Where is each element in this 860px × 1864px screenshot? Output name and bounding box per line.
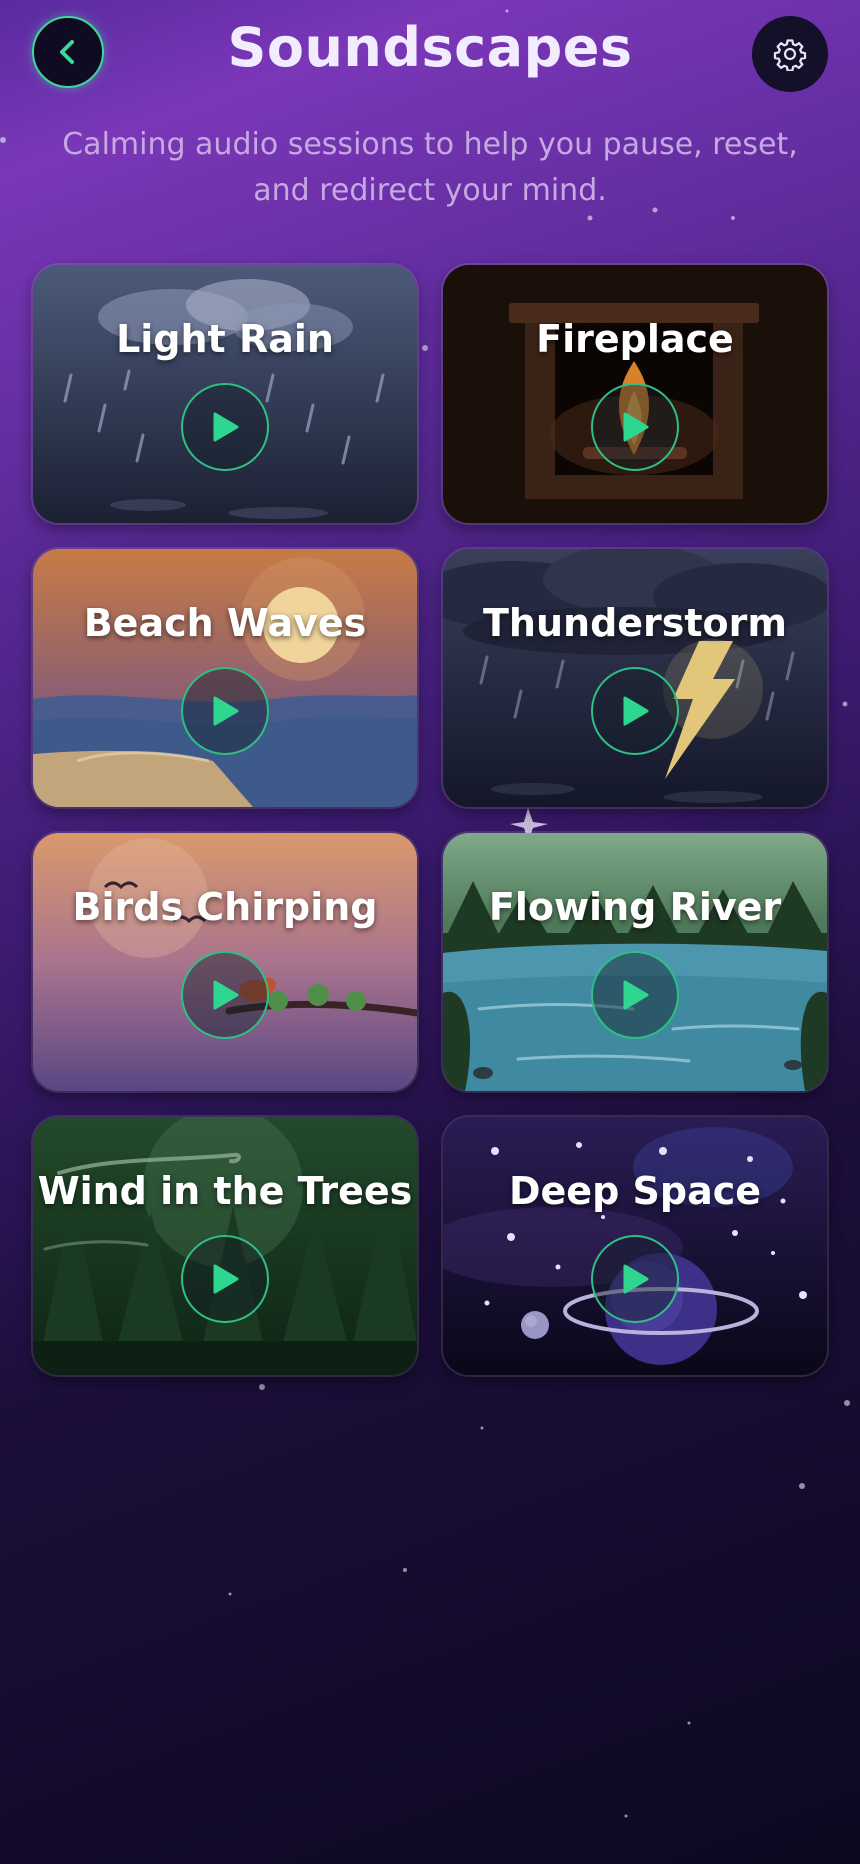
soundscape-card-light-rain[interactable]: Light Rain	[33, 265, 417, 523]
soundscape-card-thunderstorm[interactable]: Thunderstorm	[443, 549, 827, 807]
soundscape-title: Thunderstorm	[482, 601, 788, 645]
soundscape-title: Birds Chirping	[72, 885, 378, 929]
gear-icon	[773, 39, 807, 71]
play-button[interactable]	[591, 383, 679, 471]
header: Soundscapes	[0, 0, 860, 110]
soundscape-title: Beach Waves	[83, 601, 367, 645]
soundscape-title: Fireplace	[536, 317, 734, 361]
soundscape-title: Wind in the Trees	[37, 1169, 413, 1213]
play-button[interactable]	[181, 1235, 269, 1323]
play-icon	[213, 412, 239, 442]
play-button[interactable]	[181, 951, 269, 1039]
play-icon	[623, 696, 649, 726]
page-subtitle: Calming audio sessions to help you pause…	[62, 127, 798, 208]
play-icon	[213, 696, 239, 726]
soundscape-card-wind-in-the-trees[interactable]: Wind in the Trees	[33, 1117, 417, 1375]
play-button[interactable]	[591, 667, 679, 755]
play-icon	[623, 412, 649, 442]
play-button[interactable]	[591, 1235, 679, 1323]
page-title: Soundscapes	[227, 16, 633, 79]
soundscape-title: Deep Space	[508, 1169, 762, 1213]
soundscape-card-beach-waves[interactable]: Beach Waves	[33, 549, 417, 807]
soundscape-card-fireplace[interactable]: Fireplace	[443, 265, 827, 523]
play-icon	[623, 1264, 649, 1294]
soundscape-card-deep-space[interactable]: Deep Space	[443, 1117, 827, 1375]
settings-button[interactable]	[752, 16, 828, 92]
play-button[interactable]	[181, 383, 269, 471]
soundscape-card-birds-chirping[interactable]: Birds Chirping	[33, 833, 417, 1091]
play-button[interactable]	[181, 667, 269, 755]
play-icon	[213, 980, 239, 1010]
play-icon	[213, 1264, 239, 1294]
soundscape-title: Flowing River	[488, 885, 782, 929]
soundscape-title: Light Rain	[116, 317, 334, 361]
soundscape-card-flowing-river[interactable]: Flowing River	[443, 833, 827, 1091]
play-icon	[623, 980, 649, 1010]
play-button[interactable]	[591, 951, 679, 1039]
